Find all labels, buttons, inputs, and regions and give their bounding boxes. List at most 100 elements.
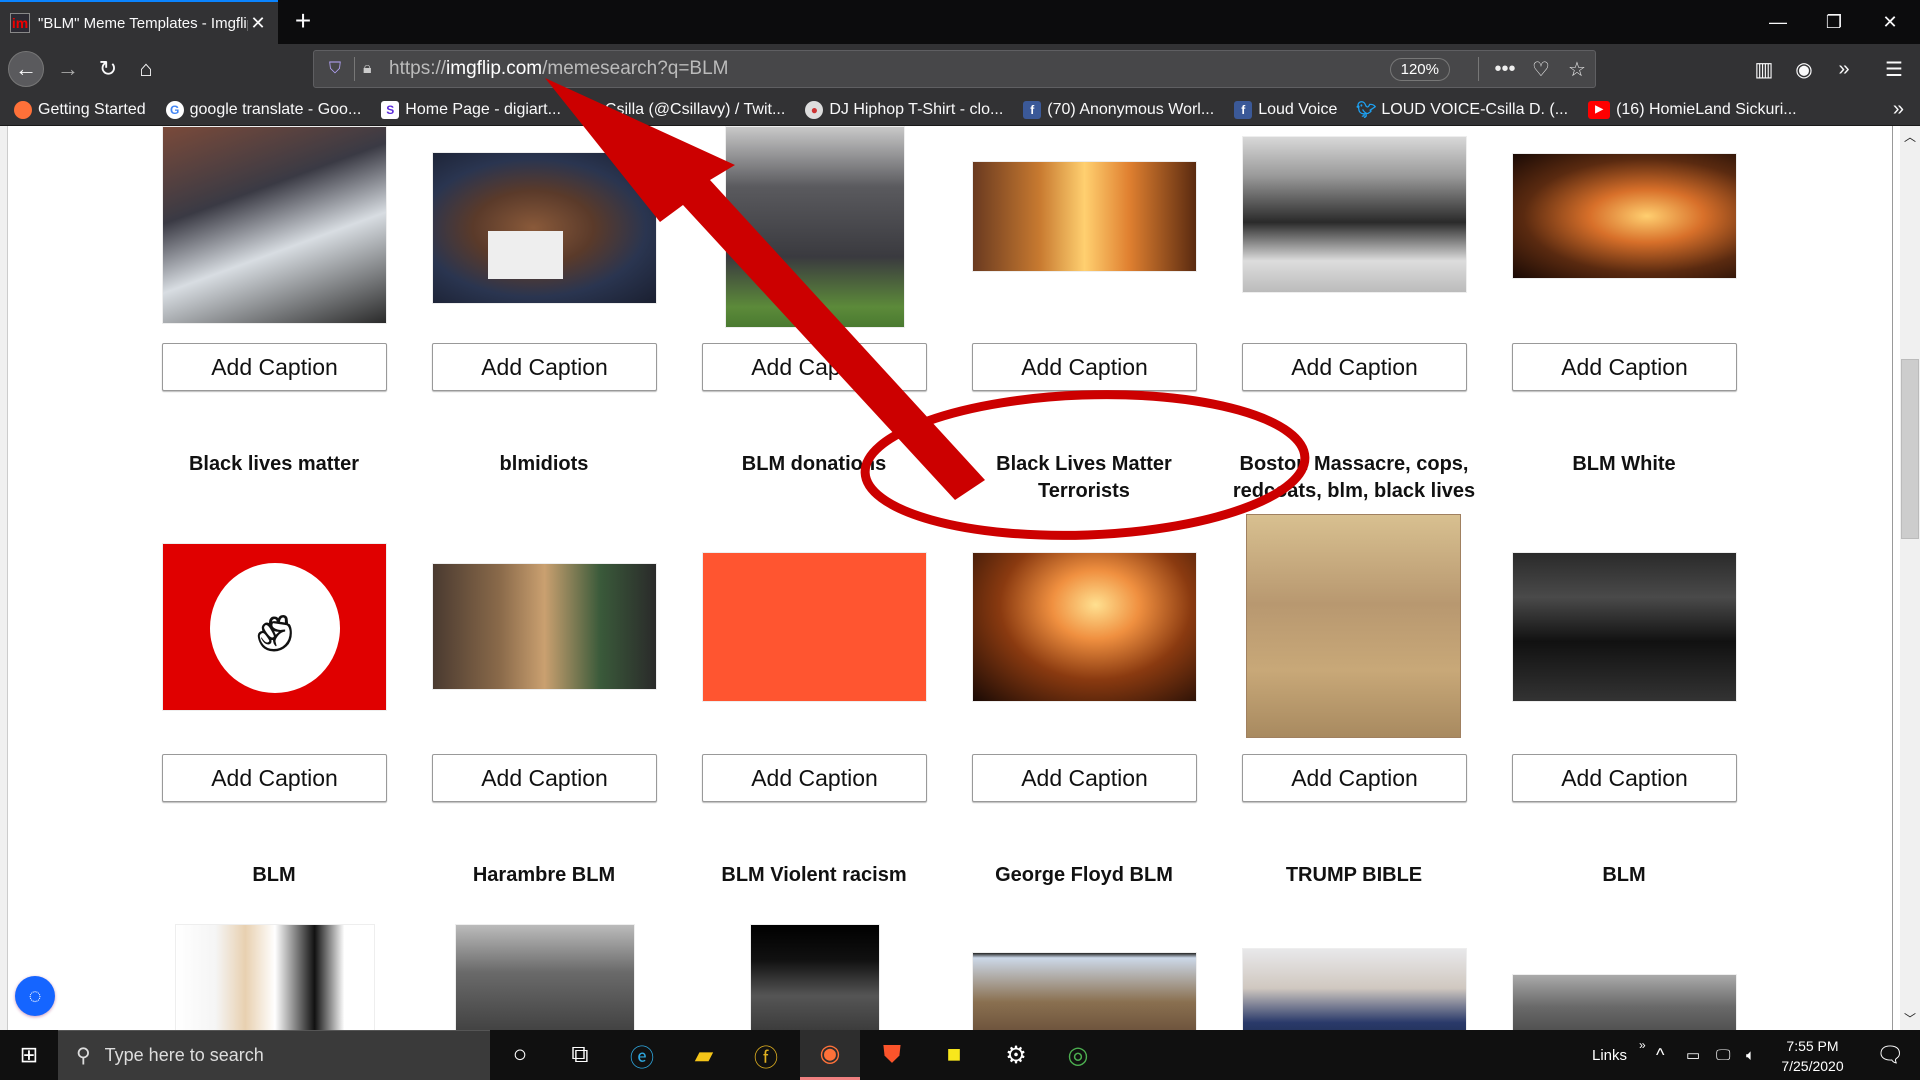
add-caption-button[interactable]: Add Caption [702, 754, 927, 802]
meme-title-link[interactable]: BLM [139, 862, 409, 889]
vertical-scrollbar[interactable]: ︿ ﹀ [1900, 126, 1920, 1030]
meme-image-raised-fist[interactable]: ✊︎ [162, 543, 387, 711]
zoom-level-badge[interactable]: 120% [1389, 57, 1450, 81]
chevron-double-right-icon[interactable]: » [1826, 51, 1862, 87]
bookmark-item[interactable]: f (70) Anonymous Worl... [1023, 100, 1214, 119]
forward-arrow-icon[interactable]: → [50, 51, 86, 87]
firefox-icon[interactable]: ◉ [800, 1030, 860, 1080]
meme-image-fire-crowd[interactable] [972, 552, 1197, 702]
meme-image-george-floyd-statue[interactable] [972, 952, 1197, 1030]
volume-icon[interactable]: 🔈︎ [1746, 1030, 1755, 1080]
bookmark-item[interactable]: S Home Page - digiart... [381, 100, 561, 119]
taskbar-search-box[interactable]: ⚲ Type here to search [58, 1030, 490, 1080]
meme-image-gorilla[interactable] [725, 126, 905, 328]
hamburger-menu-icon[interactable]: ☰ [1876, 51, 1912, 87]
meme-title-link[interactable]: BLM Violent racism [679, 862, 949, 889]
bookmark-item[interactable]: Getting Started [14, 100, 146, 119]
add-caption-button[interactable]: Add Caption [972, 754, 1197, 802]
meme-title-link[interactable]: Black lives matter [139, 451, 409, 478]
meme-title-link[interactable]: Boston Massacre, cops, redcoats, blm, bl… [1219, 451, 1489, 505]
scroll-down-icon[interactable]: ﹀ [1900, 1010, 1920, 1027]
meme-image-boston-massacre[interactable] [1246, 514, 1461, 738]
scrollbar-thumb[interactable] [1901, 359, 1919, 539]
meme-title-link[interactable]: BLM donations [679, 451, 949, 478]
meme-title-link[interactable]: TRUMP BIBLE [1219, 862, 1489, 889]
add-caption-button[interactable]: Add Caption [432, 754, 657, 802]
divider [1478, 57, 1479, 81]
add-caption-button[interactable]: Add Caption [432, 343, 657, 391]
meme-title-link[interactable]: George Floyd BLM [949, 862, 1219, 889]
meme-image-fire-silhouette[interactable] [1512, 153, 1737, 279]
close-window-icon[interactable]: ✕ [1862, 0, 1918, 44]
meme-image-gorilla-2[interactable] [455, 924, 635, 1030]
add-caption-button[interactable]: Add Caption [1242, 343, 1467, 391]
brave-icon[interactable]: ⛊ [862, 1030, 922, 1080]
meme-title-link[interactable]: Harambre BLM [409, 862, 679, 889]
accessibility-help-button[interactable]: ◌ [15, 976, 55, 1016]
account-icon[interactable]: ◉ [1786, 51, 1822, 87]
address-bar[interactable]: ⛉ 🔒︎ https://imgflip.com/memesearch?q=BL… [313, 50, 1596, 88]
reload-icon[interactable]: ↻ [90, 51, 126, 87]
chrome-icon[interactable]: ◎ [1048, 1030, 1108, 1080]
chevron-double-right-icon[interactable]: » [1639, 1038, 1646, 1052]
add-caption-button[interactable]: Add Caption [702, 343, 927, 391]
star-icon[interactable]: ☆ [1559, 57, 1595, 82]
add-caption-button[interactable]: Add Caption [1512, 343, 1737, 391]
bookmark-item[interactable]: ● DJ Hiphop T-Shirt - clo... [805, 100, 1003, 119]
chevron-double-right-icon[interactable]: » [1893, 98, 1904, 121]
system-clock[interactable]: 7:55 PM 7/25/2020 [1770, 1036, 1855, 1076]
sticky-notes-icon[interactable]: ■ [924, 1030, 984, 1080]
network-icon[interactable]: 🖵︎ [1716, 1030, 1730, 1080]
file-explorer-icon[interactable]: ▰ [674, 1030, 734, 1080]
meme-image-trump[interactable] [1242, 948, 1467, 1030]
add-caption-button[interactable]: Add Caption [1512, 754, 1737, 802]
restore-icon[interactable]: ❐ [1806, 0, 1862, 44]
show-hidden-icons-chevron-icon[interactable]: ^ [1656, 1030, 1664, 1080]
lock-icon[interactable]: 🔒︎ [363, 60, 381, 78]
add-caption-button[interactable]: Add Caption [162, 754, 387, 802]
bookmark-item[interactable]: 🐦︎ Csilla (@Csillavy) / Twit... [580, 101, 786, 119]
meme-image-orange-square[interactable] [702, 552, 927, 702]
tab-imgflip[interactable]: im "BLM" Meme Templates - Imgflip ✕ [0, 0, 278, 44]
battery-icon[interactable]: ▭ [1686, 1030, 1700, 1080]
bookmark-item[interactable]: ▶ (16) HomieLand Sickuri... [1588, 100, 1797, 119]
meme-image-dark-object[interactable] [750, 924, 880, 1030]
scroll-up-icon[interactable]: ︿ [1900, 128, 1920, 145]
meme-image-street[interactable] [1512, 974, 1737, 1030]
meme-image-fire-protest[interactable] [972, 161, 1197, 272]
meme-image-blm-shirts[interactable] [1512, 552, 1737, 702]
add-caption-button[interactable]: Add Caption [972, 343, 1197, 391]
pocket-icon[interactable]: ♡ [1523, 57, 1559, 82]
ellipsis-icon[interactable]: ••• [1487, 58, 1523, 81]
back-arrow-icon[interactable]: ← [8, 51, 44, 87]
home-icon[interactable]: ⌂ [128, 51, 164, 87]
meme-title-link[interactable]: BLM White [1489, 451, 1759, 478]
new-tab-button[interactable]: + [288, 6, 318, 36]
settings-gear-icon[interactable]: ⚙ [986, 1030, 1046, 1080]
meme-title-link[interactable]: Black Lives Matter Terrorists [949, 451, 1219, 505]
cortana-icon[interactable]: ○ [490, 1030, 550, 1080]
meme-image-protest-signs[interactable] [1242, 136, 1467, 293]
bookmark-item[interactable]: Ggoogle translate - Goo... [165, 100, 361, 119]
edge-icon[interactable]: ⓔ [612, 1030, 672, 1080]
task-view-icon[interactable]: ⧉ [550, 1030, 610, 1080]
action-center-icon[interactable]: 🗨︎ [1860, 1030, 1920, 1080]
minimize-icon[interactable]: — [1750, 0, 1806, 44]
tracking-protection-shield-icon[interactable]: ⛉ [324, 60, 346, 78]
add-caption-button[interactable]: Add Caption [162, 343, 387, 391]
bookmark-item[interactable]: 🐦︎ LOUD VOICE-Csilla D. (... [1356, 101, 1568, 119]
close-tab-icon[interactable]: ✕ [248, 13, 268, 34]
meme-title-link[interactable]: blmidiots [409, 451, 679, 478]
add-caption-button[interactable]: Add Caption [1242, 754, 1467, 802]
meme-image-police-car[interactable] [162, 126, 387, 324]
meme-image-coffee-shop[interactable] [432, 563, 657, 690]
meme-image-taped-mouth[interactable] [432, 152, 657, 304]
meme-image-two-fists[interactable] [175, 924, 375, 1030]
windows-start-icon[interactable]: ⊞ [0, 1030, 58, 1080]
meme-title-link[interactable]: BLM [1489, 862, 1759, 889]
bookmark-item[interactable]: f Loud Voice [1234, 100, 1337, 119]
sidebar-icon[interactable]: ▥ [1746, 51, 1782, 87]
app-fw-icon[interactable]: ⓕ [736, 1030, 796, 1080]
links-toolbar[interactable]: Links » [1592, 1030, 1646, 1080]
url-text[interactable]: https://imgflip.com/memesearch?q=BLM [389, 58, 1390, 80]
